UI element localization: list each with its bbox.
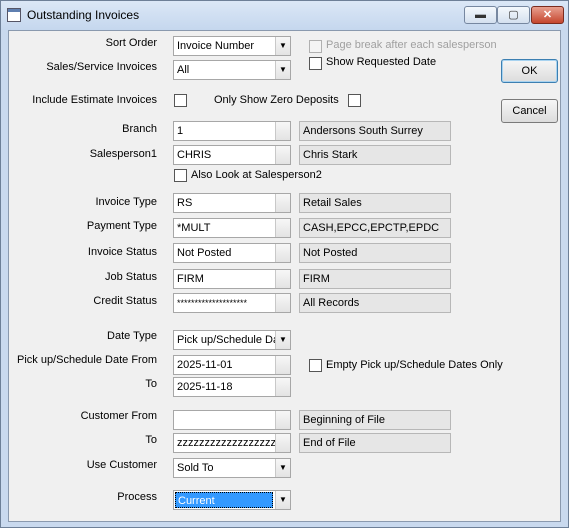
dialog-body: Sort Order Invoice Number ▼ Page break a…	[8, 30, 561, 522]
branch-input[interactable]: 1	[173, 121, 291, 141]
invoice-status-label: Invoice Status	[87, 246, 157, 258]
process-label: Process	[117, 491, 157, 503]
lookup-button[interactable]	[275, 434, 290, 452]
only-zero-deposits-label: Only Show Zero Deposits	[214, 94, 339, 106]
empty-pickup-label: Empty Pick up/Schedule Dates Only	[326, 359, 503, 371]
pickup-from-label: Pick up/Schedule Date From	[16, 354, 157, 366]
calendar-button[interactable]	[275, 356, 290, 374]
customer-to-input[interactable]: zzzzzzzzzzzzzzzzzz	[173, 433, 291, 453]
dropdown-arrow-icon[interactable]: ▼	[275, 459, 290, 477]
customer-from-input[interactable]	[173, 410, 291, 430]
branch-value: 1	[177, 125, 184, 137]
customer-to-label: To	[145, 434, 157, 446]
sort-order-value: Invoice Number	[177, 40, 255, 52]
window-title: Outstanding Invoices	[27, 8, 140, 22]
customer-to-value: zzzzzzzzzzzzzzzzzz	[177, 437, 276, 449]
dropdown-arrow-icon[interactable]: ▼	[275, 491, 290, 509]
show-requested-date-label: Show Requested Date	[326, 56, 437, 68]
branch-label: Branch	[122, 123, 157, 135]
invoice-type-label: Invoice Type	[95, 196, 157, 208]
job-status-label: Job Status	[105, 271, 157, 283]
invoice-type-value: RS	[177, 197, 193, 209]
page-break-checkbox[interactable]	[309, 40, 322, 53]
sort-order-select[interactable]: Invoice Number ▼	[173, 36, 291, 56]
dropdown-arrow-icon[interactable]: ▼	[275, 61, 290, 79]
customer-to-description: End of File	[299, 433, 451, 453]
sales-service-select[interactable]: All ▼	[173, 60, 291, 80]
credit-status-value: ********************	[177, 298, 248, 308]
sales-service-label: Sales/Service Invoices	[46, 61, 157, 73]
pickup-to-label: To	[145, 378, 157, 390]
pickup-to-date-input[interactable]: 2025-11-18	[173, 377, 291, 397]
title-bar[interactable]: Outstanding Invoices ▬ ▢ ✕	[1, 1, 568, 30]
lookup-button[interactable]	[275, 244, 290, 262]
lookup-button[interactable]	[275, 270, 290, 288]
job-status-input[interactable]: FIRM	[173, 269, 291, 289]
cancel-button[interactable]: Cancel	[501, 99, 558, 123]
lookup-button[interactable]	[275, 194, 290, 212]
sort-order-label: Sort Order	[105, 37, 157, 49]
process-value: Current	[175, 492, 273, 508]
lookup-button[interactable]	[275, 294, 290, 312]
include-estimate-checkbox[interactable]	[174, 94, 187, 107]
show-requested-date-checkbox[interactable]	[309, 57, 322, 70]
lookup-button[interactable]	[275, 122, 290, 140]
lookup-button[interactable]	[275, 146, 290, 164]
date-type-value: Pick up/Schedule Da	[177, 334, 280, 346]
invoice-status-description: Not Posted	[299, 243, 451, 263]
date-type-label: Date Type	[107, 330, 157, 342]
minimize-button[interactable]: ▬	[464, 6, 497, 24]
dropdown-arrow-icon[interactable]: ▼	[275, 331, 290, 349]
pickup-from-value: 2025-11-01	[177, 359, 233, 371]
branch-description: Andersons South Surrey	[299, 121, 451, 141]
lookup-button[interactable]	[275, 219, 290, 237]
date-type-select[interactable]: Pick up/Schedule Da ▼	[173, 330, 291, 350]
app-icon	[7, 8, 21, 22]
payment-type-input[interactable]: *MULT	[173, 218, 291, 238]
invoice-type-input[interactable]: RS	[173, 193, 291, 213]
credit-status-description: All Records	[299, 293, 451, 313]
pickup-to-value: 2025-11-18	[177, 381, 233, 393]
invoice-status-value: Not Posted	[177, 247, 232, 259]
close-button[interactable]: ✕	[531, 6, 564, 24]
credit-status-label: Credit Status	[93, 295, 157, 307]
include-estimate-label: Include Estimate Invoices	[32, 94, 157, 106]
outstanding-invoices-window: Outstanding Invoices ▬ ▢ ✕ Sort Order In…	[0, 0, 569, 528]
salesperson1-value: CHRIS	[177, 149, 212, 161]
sales-service-value: All	[177, 64, 190, 76]
page-break-label: Page break after each salesperson	[326, 39, 497, 51]
lookup-button[interactable]	[275, 411, 290, 429]
dropdown-arrow-icon[interactable]: ▼	[275, 37, 290, 55]
payment-type-description: CASH,EPCC,EPCTP,EPDC	[299, 218, 451, 238]
ok-button[interactable]: OK	[501, 59, 558, 83]
payment-type-label: Payment Type	[86, 220, 157, 232]
customer-from-description: Beginning of File	[299, 410, 451, 430]
credit-status-input[interactable]: ********************	[173, 293, 291, 313]
use-customer-select[interactable]: Sold To ▼	[173, 458, 291, 478]
salesperson1-description: Chris Stark	[299, 145, 451, 165]
calendar-button[interactable]	[275, 378, 290, 396]
empty-pickup-checkbox[interactable]	[309, 359, 322, 372]
use-customer-value: Sold To	[177, 462, 214, 474]
process-select[interactable]: Current ▼	[173, 490, 291, 510]
use-customer-label: Use Customer	[86, 459, 157, 471]
invoice-status-input[interactable]: Not Posted	[173, 243, 291, 263]
only-zero-deposits-checkbox[interactable]	[348, 94, 361, 107]
pickup-from-date-input[interactable]: 2025-11-01	[173, 355, 291, 375]
salesperson1-label: Salesperson1	[89, 148, 157, 160]
customer-from-label: Customer From	[80, 410, 157, 422]
also-look-salesperson2-checkbox[interactable]	[174, 169, 187, 182]
job-status-value: FIRM	[177, 273, 204, 285]
maximize-button[interactable]: ▢	[497, 6, 530, 24]
payment-type-value: *MULT	[177, 222, 211, 234]
invoice-type-description: Retail Sales	[299, 193, 451, 213]
job-status-description: FIRM	[299, 269, 451, 289]
also-look-salesperson2-label: Also Look at Salesperson2	[191, 169, 322, 181]
salesperson1-input[interactable]: CHRIS	[173, 145, 291, 165]
